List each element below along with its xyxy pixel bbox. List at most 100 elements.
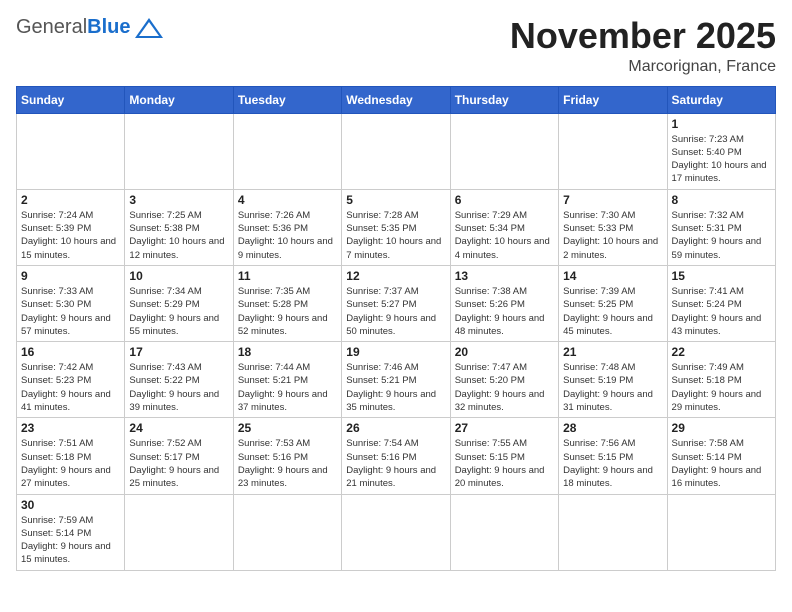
day-number: 12: [346, 269, 445, 283]
calendar-cell: 12 Sunrise: 7:37 AM Sunset: 5:27 PM Dayli…: [342, 265, 450, 341]
calendar-cell: 25Sunrise: 7:53 AM Sunset: 5:16 PM Dayli…: [233, 418, 341, 494]
day-info: Sunrise: 7:59 AM Sunset: 5:14 PM Dayligh…: [21, 514, 120, 567]
calendar-cell: 5 Sunrise: 7:28 AM Sunset: 5:35 PM Daylig…: [342, 189, 450, 265]
calendar-week-5: 23 Sunrise: 7:51 AM Sunset: 5:18 PM Dayli…: [17, 418, 776, 494]
page-header: General Blue November 2025 Marcorignan, …: [16, 16, 776, 76]
logo-icon: [135, 18, 163, 38]
day-header-tuesday: Tuesday: [233, 86, 341, 113]
calendar-cell: [342, 494, 450, 570]
calendar-cell: 7 Sunrise: 7:30 AM Sunset: 5:33 PM Daylig…: [559, 189, 667, 265]
calendar-cell: [17, 113, 125, 189]
day-number: 14: [563, 269, 662, 283]
calendar-cell: 29 Sunrise: 7:58 AM Sunset: 5:14 PM Dayli…: [667, 418, 775, 494]
calendar-cell: 30 Sunrise: 7:59 AM Sunset: 5:14 PM Dayli…: [17, 494, 125, 570]
month-title: November 2025: [510, 16, 776, 56]
day-number: 10: [129, 269, 228, 283]
calendar-cell: [125, 113, 233, 189]
day-info: Sunrise: 7:41 AM Sunset: 5:24 PM Dayligh…: [672, 285, 771, 338]
day-number: 27: [455, 421, 554, 435]
day-number: 22: [672, 345, 771, 359]
day-info: Sunrise: 7:42 AM Sunset: 5:23 PM Dayligh…: [21, 361, 120, 414]
calendar-cell: [667, 494, 775, 570]
day-number: 17: [129, 345, 228, 359]
calendar-cell: 13Sunrise: 7:38 AM Sunset: 5:26 PM Dayli…: [450, 265, 558, 341]
day-number: 16: [21, 345, 120, 359]
day-info: Sunrise: 7:26 AM Sunset: 5:36 PM Dayligh…: [238, 209, 337, 262]
day-number: 8: [672, 193, 771, 207]
day-header-sunday: Sunday: [17, 86, 125, 113]
calendar-cell: 19Sunrise: 7:46 AM Sunset: 5:21 PM Dayli…: [342, 342, 450, 418]
calendar-cell: 28 Sunrise: 7:56 AM Sunset: 5:15 PM Dayli…: [559, 418, 667, 494]
calendar-cell: 27Sunrise: 7:55 AM Sunset: 5:15 PM Dayli…: [450, 418, 558, 494]
calendar-cell: 11Sunrise: 7:35 AM Sunset: 5:28 PM Dayli…: [233, 265, 341, 341]
calendar-cell: [233, 113, 341, 189]
day-number: 1: [672, 117, 771, 131]
calendar-cell: [450, 494, 558, 570]
day-number: 26: [346, 421, 445, 435]
day-header-monday: Monday: [125, 86, 233, 113]
day-number: 5: [346, 193, 445, 207]
day-info: Sunrise: 7:58 AM Sunset: 5:14 PM Dayligh…: [672, 437, 771, 490]
calendar-cell: 2Sunrise: 7:24 AM Sunset: 5:39 PM Daylig…: [17, 189, 125, 265]
calendar-cell: 18 Sunrise: 7:44 AM Sunset: 5:21 PM Dayli…: [233, 342, 341, 418]
day-info: Sunrise: 7:23 AM Sunset: 5:40 PM Dayligh…: [672, 133, 771, 186]
calendar-cell: [125, 494, 233, 570]
day-number: 23: [21, 421, 120, 435]
calendar-cell: 6Sunrise: 7:29 AM Sunset: 5:34 PM Daylig…: [450, 189, 558, 265]
calendar-cell: 22 Sunrise: 7:49 AM Sunset: 5:18 PM Dayli…: [667, 342, 775, 418]
day-header-thursday: Thursday: [450, 86, 558, 113]
day-info: Sunrise: 7:52 AM Sunset: 5:17 PM Dayligh…: [129, 437, 228, 490]
calendar-cell: 24 Sunrise: 7:52 AM Sunset: 5:17 PM Dayli…: [125, 418, 233, 494]
calendar-week-2: 2Sunrise: 7:24 AM Sunset: 5:39 PM Daylig…: [17, 189, 776, 265]
calendar-cell: [233, 494, 341, 570]
calendar-cell: 1 Sunrise: 7:23 AM Sunset: 5:40 PM Daylig…: [667, 113, 775, 189]
logo: General Blue: [16, 16, 163, 39]
day-number: 21: [563, 345, 662, 359]
day-number: 4: [238, 193, 337, 207]
calendar-cell: 3 Sunrise: 7:25 AM Sunset: 5:38 PM Daylig…: [125, 189, 233, 265]
calendar-week-3: 9Sunrise: 7:33 AM Sunset: 5:30 PM Daylig…: [17, 265, 776, 341]
day-number: 29: [672, 421, 771, 435]
day-info: Sunrise: 7:25 AM Sunset: 5:38 PM Dayligh…: [129, 209, 228, 262]
calendar-cell: 20Sunrise: 7:47 AM Sunset: 5:20 PM Dayli…: [450, 342, 558, 418]
day-info: Sunrise: 7:51 AM Sunset: 5:18 PM Dayligh…: [21, 437, 120, 490]
day-info: Sunrise: 7:44 AM Sunset: 5:21 PM Dayligh…: [238, 361, 337, 414]
calendar-cell: [559, 494, 667, 570]
day-number: 30: [21, 498, 120, 512]
day-number: 6: [455, 193, 554, 207]
day-info: Sunrise: 7:32 AM Sunset: 5:31 PM Dayligh…: [672, 209, 771, 262]
calendar-week-6: 30 Sunrise: 7:59 AM Sunset: 5:14 PM Dayli…: [17, 494, 776, 570]
day-number: 28: [563, 421, 662, 435]
calendar-cell: 16 Sunrise: 7:42 AM Sunset: 5:23 PM Dayli…: [17, 342, 125, 418]
calendar-cell: 8 Sunrise: 7:32 AM Sunset: 5:31 PM Daylig…: [667, 189, 775, 265]
calendar-week-1: 1 Sunrise: 7:23 AM Sunset: 5:40 PM Daylig…: [17, 113, 776, 189]
day-info: Sunrise: 7:30 AM Sunset: 5:33 PM Dayligh…: [563, 209, 662, 262]
day-info: Sunrise: 7:46 AM Sunset: 5:21 PM Dayligh…: [346, 361, 445, 414]
day-info: Sunrise: 7:43 AM Sunset: 5:22 PM Dayligh…: [129, 361, 228, 414]
calendar-cell: [559, 113, 667, 189]
day-number: 7: [563, 193, 662, 207]
calendar-table: SundayMondayTuesdayWednesdayThursdayFrid…: [16, 86, 776, 571]
day-info: Sunrise: 7:28 AM Sunset: 5:35 PM Dayligh…: [346, 209, 445, 262]
day-info: Sunrise: 7:56 AM Sunset: 5:15 PM Dayligh…: [563, 437, 662, 490]
day-info: Sunrise: 7:48 AM Sunset: 5:19 PM Dayligh…: [563, 361, 662, 414]
title-block: November 2025 Marcorignan, France: [510, 16, 776, 76]
day-number: 3: [129, 193, 228, 207]
day-info: Sunrise: 7:54 AM Sunset: 5:16 PM Dayligh…: [346, 437, 445, 490]
day-number: 2: [21, 193, 120, 207]
day-info: Sunrise: 7:33 AM Sunset: 5:30 PM Dayligh…: [21, 285, 120, 338]
calendar-header-row: SundayMondayTuesdayWednesdayThursdayFrid…: [17, 86, 776, 113]
day-info: Sunrise: 7:49 AM Sunset: 5:18 PM Dayligh…: [672, 361, 771, 414]
day-header-saturday: Saturday: [667, 86, 775, 113]
calendar-cell: 10Sunrise: 7:34 AM Sunset: 5:29 PM Dayli…: [125, 265, 233, 341]
location-text: Marcorignan, France: [510, 58, 776, 76]
calendar-cell: [342, 113, 450, 189]
logo-general-text: General: [16, 16, 87, 39]
calendar-cell: 9Sunrise: 7:33 AM Sunset: 5:30 PM Daylig…: [17, 265, 125, 341]
day-number: 24: [129, 421, 228, 435]
day-info: Sunrise: 7:37 AM Sunset: 5:27 PM Dayligh…: [346, 285, 445, 338]
calendar-cell: 21 Sunrise: 7:48 AM Sunset: 5:19 PM Dayli…: [559, 342, 667, 418]
day-number: 18: [238, 345, 337, 359]
day-number: 20: [455, 345, 554, 359]
day-info: Sunrise: 7:39 AM Sunset: 5:25 PM Dayligh…: [563, 285, 662, 338]
